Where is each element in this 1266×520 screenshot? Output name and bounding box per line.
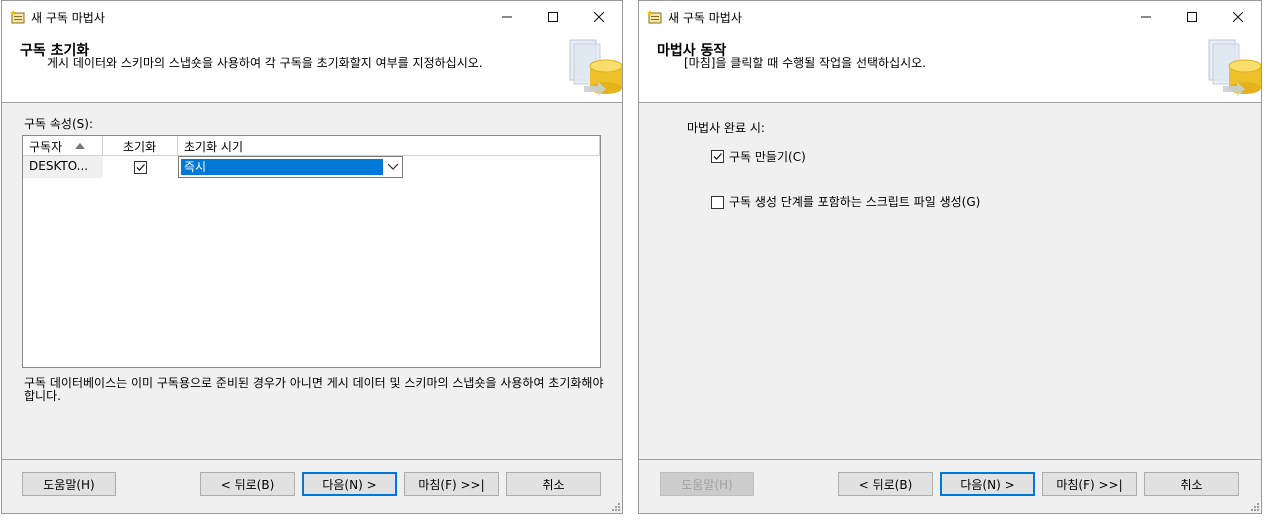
cancel-button[interactable]: 취소: [1144, 472, 1239, 496]
generate-script-checkbox[interactable]: [711, 196, 724, 209]
title-bar[interactable]: 새 구독 마법사: [639, 1, 1261, 32]
wizard-window-subscription-init: 새 구독 마법사 구독 초기화 게시 데이터와 스키마의 스냅숏을 사용하여 각…: [1, 0, 623, 514]
column-header-subscriber[interactable]: 구독자: [23, 136, 103, 156]
finish-button[interactable]: 마침(F) >>|: [404, 472, 499, 496]
section-label: 마법사 완료 시:: [687, 121, 765, 135]
window-title: 새 구독 마법사: [668, 11, 742, 25]
minimize-button[interactable]: [1123, 1, 1169, 32]
help-button[interactable]: 도움말(H): [22, 472, 116, 496]
title-bar[interactable]: 새 구독 마법사: [2, 1, 622, 32]
column-header-initialize[interactable]: 초기화: [103, 136, 178, 156]
chevron-down-icon: [388, 164, 398, 170]
check-icon: [136, 164, 145, 171]
maximize-icon: [1187, 11, 1197, 22]
minimize-icon: [502, 16, 512, 17]
close-icon: [594, 11, 604, 22]
wizard-header: 구독 초기화 게시 데이터와 스키마의 스냅숏을 사용하여 각 구독을 초기화할…: [2, 32, 622, 103]
minimize-button[interactable]: [484, 1, 530, 32]
close-icon: [1233, 11, 1243, 22]
wizard-footer: 도움말(H) < 뒤로(B) 다음(N) > 마침(F) >>| 취소: [639, 459, 1261, 513]
create-subscription-label[interactable]: 구독 만들기(C): [729, 148, 806, 165]
help-button: 도움말(H): [660, 472, 754, 496]
maximize-icon: [548, 11, 558, 22]
initialize-checkbox[interactable]: [134, 161, 147, 174]
wizard-header: 마법사 동작 [마침]을 클릭할 때 수행될 작업을 선택하십시오.: [639, 32, 1261, 103]
close-button[interactable]: [576, 1, 622, 32]
wizard-db-icon: [1208, 39, 1261, 96]
sort-ascending-icon: [75, 143, 85, 149]
maximize-button[interactable]: [1169, 1, 1215, 32]
wizard-app-icon: [647, 10, 662, 24]
init-note: 구독 데이터베이스는 이미 구독용으로 준비된 경우가 아니면 게시 데이터 및…: [24, 376, 604, 403]
close-button[interactable]: [1215, 1, 1261, 32]
resize-grip-icon[interactable]: [1249, 501, 1259, 511]
next-button[interactable]: 다음(N) >: [940, 472, 1035, 496]
grid-label: 구독 속성(S):: [24, 117, 93, 131]
subscriber-cell[interactable]: DESKTO...: [23, 156, 103, 178]
back-button[interactable]: < 뒤로(B): [838, 472, 933, 496]
cancel-button[interactable]: 취소: [506, 472, 601, 496]
wizard-db-icon: [569, 39, 622, 96]
finish-button[interactable]: 마침(F) >>|: [1042, 472, 1137, 496]
wizard-footer: 도움말(H) < 뒤로(B) 다음(N) > 마침(F) >>| 취소: [2, 459, 622, 513]
maximize-button[interactable]: [530, 1, 576, 32]
back-button[interactable]: < 뒤로(B): [200, 472, 295, 496]
init-timing-dropdown[interactable]: 즉시: [178, 156, 403, 178]
wizard-app-icon: [10, 10, 25, 24]
generate-script-label[interactable]: 구독 생성 단계를 포함하는 스크립트 파일 생성(G): [729, 193, 980, 210]
check-icon: [713, 153, 722, 160]
create-subscription-checkbox[interactable]: [711, 150, 724, 163]
window-title: 새 구독 마법사: [31, 11, 105, 25]
subscription-grid[interactable]: 구독자 초기화 초기화 시기 DESKTO... 즉시: [22, 135, 601, 368]
page-subtitle: 게시 데이터와 스키마의 스냅숏을 사용하여 각 구독을 초기화할지 여부를 지…: [47, 56, 483, 70]
resize-grip-icon[interactable]: [610, 501, 620, 511]
column-header-when[interactable]: 초기화 시기: [178, 136, 600, 156]
wizard-window-actions: 새 구독 마법사 마법사 동작 [마침]을 클릭할 때 수행될 작업을 선택하십…: [638, 0, 1262, 514]
minimize-icon: [1141, 16, 1151, 17]
next-button[interactable]: 다음(N) >: [302, 472, 397, 496]
page-subtitle: [마침]을 클릭할 때 수행될 작업을 선택하십시오.: [684, 56, 927, 70]
init-timing-value: 즉시: [181, 159, 383, 175]
